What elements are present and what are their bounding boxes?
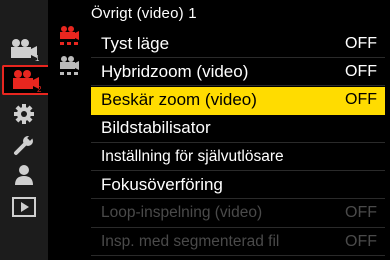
photo-camera-icon: 1 bbox=[7, 37, 41, 61]
sidebar-item-my-menu[interactable] bbox=[2, 160, 46, 190]
menu-item-label: Beskär zoom (video) bbox=[101, 90, 257, 110]
menu-item-label: Hybridzoom (video) bbox=[101, 61, 249, 81]
menu-item-value: OFF bbox=[345, 204, 377, 222]
svg-text:1: 1 bbox=[35, 54, 40, 61]
sidebar-item-setup[interactable] bbox=[2, 130, 46, 160]
menu-item-label: Insp. med segmenterad fil bbox=[101, 232, 280, 250]
settings-menu-list: Tyst läge OFF Hybridzoom (video) OFF Bes… bbox=[91, 30, 385, 257]
sidebar-item-settings[interactable] bbox=[2, 99, 46, 129]
menu-item-self-timer-settings[interactable]: Inställning för självutlösare bbox=[91, 143, 385, 172]
menu-item-focus-transition[interactable]: Fokusöverföring bbox=[91, 171, 385, 200]
menu-item-label: Fokusöverföring bbox=[101, 174, 223, 194]
wrench-icon bbox=[13, 134, 35, 156]
main-menu-sidebar: 1 2 bbox=[0, 0, 48, 260]
menu-item-value: OFF bbox=[345, 62, 377, 80]
video-camera-icon: 2 bbox=[9, 68, 43, 92]
menu-item-value: OFF bbox=[345, 34, 377, 52]
menu-item-label: Loop-inspelning (video) bbox=[101, 204, 263, 222]
menu-item-crop-zoom[interactable]: Beskär zoom (video) OFF bbox=[91, 86, 385, 115]
video-camera-tab-icon bbox=[57, 54, 81, 78]
person-icon bbox=[13, 164, 35, 186]
playback-icon bbox=[12, 197, 36, 217]
sub-tab-column bbox=[48, 0, 90, 260]
gear-icon bbox=[13, 103, 35, 125]
subtab-2[interactable] bbox=[56, 52, 82, 80]
menu-item-silent-mode[interactable]: Tyst läge OFF bbox=[91, 30, 385, 58]
menu-item-image-stabilizer[interactable]: Bildstabilisator bbox=[91, 115, 385, 143]
sidebar-item-photo[interactable]: 1 bbox=[2, 34, 46, 64]
sidebar-item-video[interactable]: 2 bbox=[2, 65, 48, 95]
video-camera-tab-icon bbox=[57, 24, 81, 48]
menu-item-value: OFF bbox=[345, 91, 377, 109]
menu-item-segmented-file-recording: Insp. med segmenterad fil OFF bbox=[91, 228, 385, 257]
svg-text:2: 2 bbox=[37, 85, 42, 92]
menu-item-value: OFF bbox=[345, 232, 377, 250]
menu-item-label: Bildstabilisator bbox=[101, 118, 211, 138]
menu-item-loop-recording: Loop-inspelning (video) OFF bbox=[91, 200, 385, 228]
sidebar-item-playback[interactable] bbox=[2, 192, 46, 222]
page-title: Övrigt (video) 1 bbox=[91, 5, 197, 22]
menu-item-label: Tyst läge bbox=[101, 33, 170, 53]
menu-item-label: Inställning för självutlösare bbox=[101, 147, 284, 165]
menu-item-hybrid-zoom[interactable]: Hybridzoom (video) OFF bbox=[91, 58, 385, 87]
subtab-1[interactable] bbox=[56, 22, 82, 50]
